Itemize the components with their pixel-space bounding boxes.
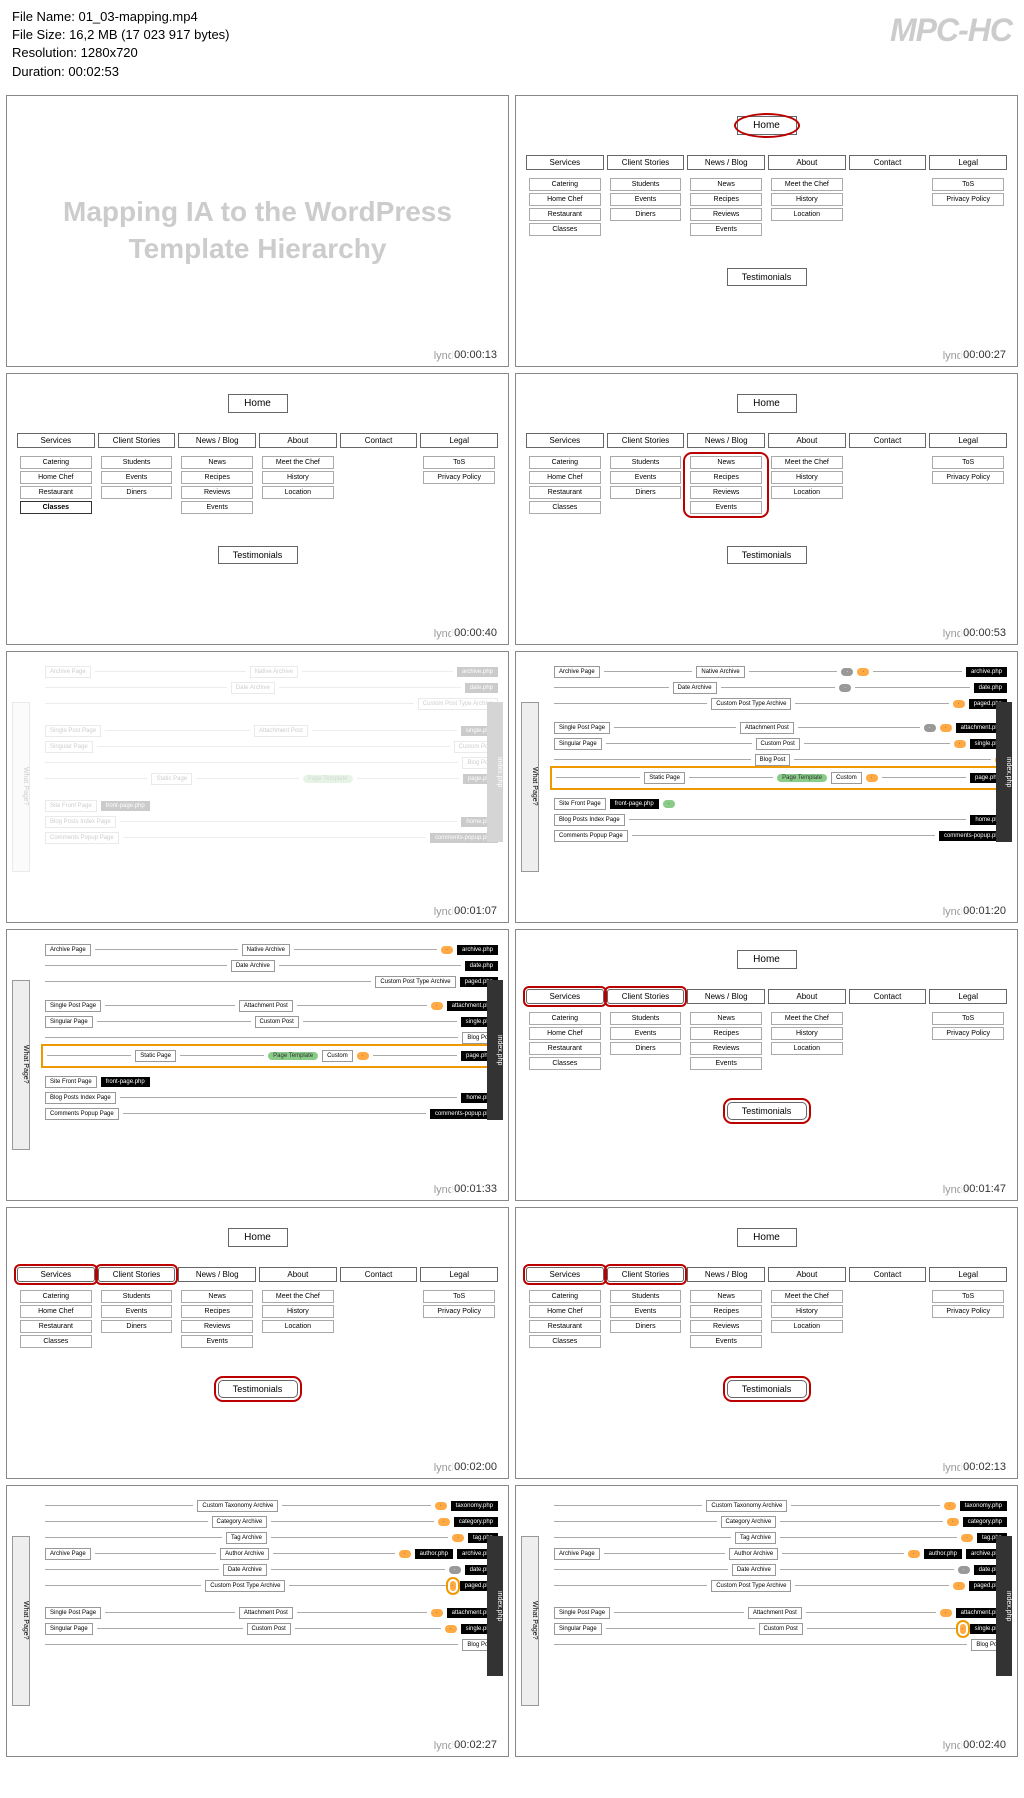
- ia-section: News / Blog: [687, 155, 765, 170]
- flow-diagram-faded: What Page? index.php Archive PageNative …: [7, 652, 508, 922]
- slide-title: Mapping IA to the WordPress Template Hie…: [7, 194, 508, 267]
- timestamp: 00:00:27: [960, 348, 1009, 362]
- ia-section: Contact: [849, 155, 927, 170]
- flow-diagram-archive: What Page? index.php Custom Taxonomy Arc…: [7, 1486, 508, 1756]
- timestamp: 00:01:07: [451, 904, 500, 918]
- ia-diagram: Home ServicesCateringHome ChefRestaurant…: [7, 374, 508, 644]
- ia-diagram: Home ServicesCateringHome ChefRestaurant…: [516, 930, 1017, 1200]
- thumbnail[interactable]: Home ServicesCateringHome ChefRestaurant…: [515, 929, 1018, 1201]
- file-info-panel: File Name: 01_03-mapping.mp4 File Size: …: [0, 0, 1024, 89]
- ia-diagram: Home ServicesCateringHome ChefRestaurant…: [516, 374, 1017, 644]
- ia-section: Client Stories: [607, 155, 685, 170]
- file-name: File Name: 01_03-mapping.mp4: [12, 8, 1012, 26]
- ia-home-node: Home: [737, 116, 797, 135]
- title-slide: Mapping IA to the WordPress Template Hie…: [7, 96, 508, 366]
- timestamp: 00:00:40: [451, 626, 500, 640]
- timestamp: 00:01:20: [960, 904, 1009, 918]
- ia-testimonials: Testimonials: [727, 268, 807, 286]
- thumbnail[interactable]: What Page? index.php Custom Taxonomy Arc…: [515, 1485, 1018, 1757]
- thumbnail[interactable]: Home ServicesCateringHome ChefRestaurant…: [515, 1207, 1018, 1479]
- thumbnail-grid: Mapping IA to the WordPress Template Hie…: [0, 89, 1024, 1763]
- timestamp: 00:00:53: [960, 626, 1009, 640]
- flow-diagram: What Page? index.php Archive PageNative …: [7, 930, 508, 1200]
- timestamp: 00:02:40: [960, 1738, 1009, 1752]
- ia-diagram: Home ServicesCateringHome ChefRestaurant…: [516, 1208, 1017, 1478]
- timestamp: 00:01:47: [960, 1182, 1009, 1196]
- thumbnail[interactable]: What Page? index.php Archive PageNative …: [515, 651, 1018, 923]
- player-watermark: MPC-HC: [890, 8, 1012, 53]
- thumbnail[interactable]: Home ServicesCateringHome ChefRestaurant…: [515, 95, 1018, 367]
- thumbnail[interactable]: Mapping IA to the WordPress Template Hie…: [6, 95, 509, 367]
- ia-section: Services: [526, 155, 604, 170]
- thumbnail[interactable]: What Page? index.php Archive PageNative …: [6, 929, 509, 1201]
- timestamp: 00:02:00: [451, 1460, 500, 1474]
- timestamp: 00:00:13: [451, 348, 500, 362]
- thumbnail[interactable]: Home ServicesCateringHome ChefRestaurant…: [6, 1207, 509, 1479]
- ia-section: About: [768, 155, 846, 170]
- timestamp: 00:02:27: [451, 1738, 500, 1752]
- flow-diagram: What Page? index.php Archive PageNative …: [516, 652, 1017, 922]
- thumbnail[interactable]: What Page? index.php Archive PageNative …: [6, 651, 509, 923]
- thumbnail[interactable]: What Page? index.php Custom Taxonomy Arc…: [6, 1485, 509, 1757]
- file-duration: Duration: 00:02:53: [12, 63, 1012, 81]
- ia-diagram: Home ServicesCateringHome ChefRestaurant…: [7, 1208, 508, 1478]
- thumbnail[interactable]: Home ServicesCateringHome ChefRestaurant…: [6, 373, 509, 645]
- file-size: File Size: 16,2 MB (17 023 917 bytes): [12, 26, 1012, 44]
- thumbnail[interactable]: Home ServicesCateringHome ChefRestaurant…: [515, 373, 1018, 645]
- ia-diagram: Home ServicesCateringHome ChefRestaurant…: [516, 96, 1017, 366]
- timestamp: 00:01:33: [451, 1182, 500, 1196]
- ia-home-node: Home: [228, 394, 288, 413]
- flow-diagram-archive: What Page? index.php Custom Taxonomy Arc…: [516, 1486, 1017, 1756]
- timestamp: 00:02:13: [960, 1460, 1009, 1474]
- file-resolution: Resolution: 1280x720: [12, 44, 1012, 62]
- ia-section: Legal: [929, 155, 1007, 170]
